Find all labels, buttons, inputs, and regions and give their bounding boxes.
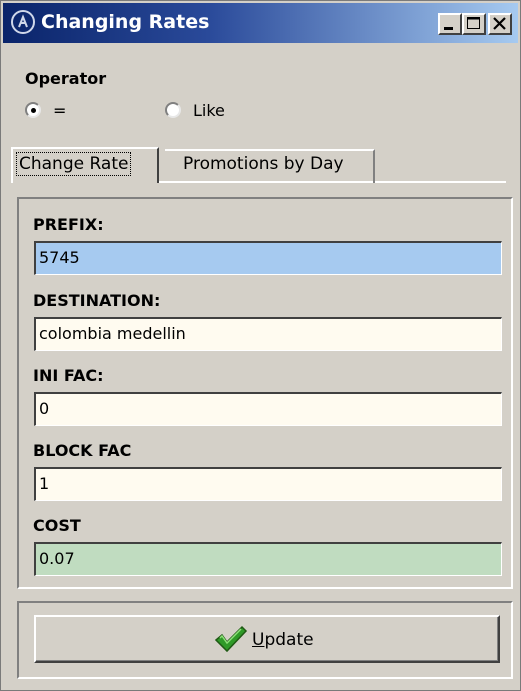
update-button-label: Update: [252, 630, 314, 650]
cost-label: COST: [33, 516, 81, 535]
close-button[interactable]: [488, 13, 512, 35]
checkmark-icon: [214, 625, 248, 653]
ini-fac-label: INI FAC:: [33, 366, 104, 385]
operator-label: Operator: [25, 69, 107, 88]
window-title: Changing Rates: [41, 11, 210, 33]
maximize-button[interactable]: [462, 13, 486, 35]
radio-circle[interactable]: [165, 102, 181, 118]
destination-field[interactable]: colombia medellin: [34, 317, 502, 351]
update-mnemonic: U: [252, 630, 265, 650]
operator-equals-label: =: [53, 101, 67, 120]
block-fac-label: BLOCK FAC: [33, 441, 132, 460]
destination-label: DESTINATION:: [33, 291, 161, 310]
minimize-icon: [444, 27, 453, 30]
minimize-button[interactable]: [438, 13, 462, 35]
update-rest: pdate: [264, 630, 314, 650]
close-icon: [493, 17, 506, 30]
changing-rates-window: Changing Rates Operator = Like Change Ra…: [0, 0, 521, 691]
tab-promotions-by-day[interactable]: Promotions by Day: [165, 149, 375, 183]
tab-change-rate-label: Change Rate: [15, 152, 132, 176]
title-bar[interactable]: Changing Rates: [3, 3, 518, 43]
radio-selected-dot: [31, 108, 36, 113]
operator-like-radio[interactable]: Like: [165, 101, 245, 121]
app-logo-icon[interactable]: [11, 10, 35, 34]
block-fac-field[interactable]: 1: [34, 467, 502, 501]
radio-circle[interactable]: [25, 102, 41, 118]
tab-change-rate[interactable]: Change Rate: [11, 147, 159, 183]
operator-equals-radio[interactable]: =: [25, 101, 85, 121]
ini-fac-field[interactable]: 0: [34, 392, 502, 426]
maximize-icon: [467, 17, 480, 29]
update-button[interactable]: Update: [34, 615, 500, 663]
prefix-label: PREFIX:: [33, 215, 104, 234]
operator-like-label: Like: [193, 101, 225, 120]
prefix-field[interactable]: 5745: [34, 241, 502, 275]
cost-field[interactable]: 0.07: [34, 542, 502, 576]
tab-promotions-label: Promotions by Day: [183, 154, 344, 174]
